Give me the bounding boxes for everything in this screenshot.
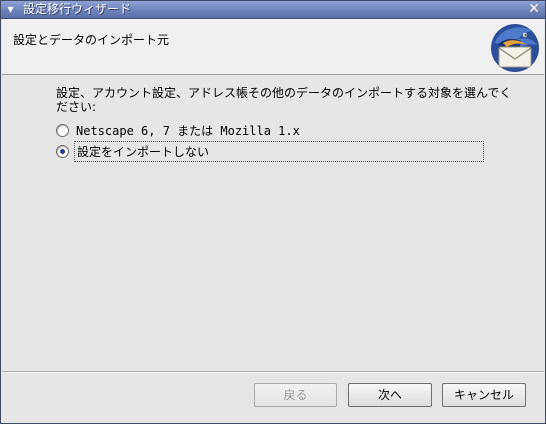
wizard-window: ▾ 設定移行ウィザード ✕ 設定とデータのインポート元 設定、アカウント設定、ア… — [0, 0, 546, 424]
radio-no-import[interactable] — [56, 144, 69, 158]
wizard-header: 設定とデータのインポート元 — [2, 19, 544, 75]
wizard-content: 設定、アカウント設定、アドレス帳その他のデータのインポートする対象を選んでくださ… — [2, 76, 544, 371]
page-title: 設定とデータのインポート元 — [13, 33, 170, 47]
option-no-import[interactable]: 設定をインポートしない — [56, 140, 484, 162]
button-separator — [2, 371, 544, 373]
next-button[interactable]: 次へ — [348, 383, 432, 407]
back-button[interactable]: 戻る — [254, 383, 337, 407]
option-label[interactable]: Netscape 6, 7 または Mozilla 1.x — [74, 121, 302, 140]
window-title: 設定移行ウィザード — [23, 2, 132, 16]
option-netscape-mozilla[interactable]: Netscape 6, 7 または Mozilla 1.x — [56, 121, 302, 139]
radio-netscape-mozilla[interactable] — [56, 123, 69, 137]
import-description: 設定、アカウント設定、アドレス帳その他のデータのインポートする対象を選んでくださ… — [56, 86, 512, 114]
option-label[interactable]: 設定をインポートしない — [74, 140, 484, 162]
thunderbird-logo-icon — [491, 24, 539, 72]
window-menu-icon[interactable]: ▾ — [4, 3, 17, 16]
cancel-button[interactable]: キャンセル — [442, 383, 526, 407]
close-icon[interactable]: ✕ — [527, 2, 541, 17]
title-bar[interactable]: ▾ 設定移行ウィザード ✕ — [1, 1, 545, 19]
